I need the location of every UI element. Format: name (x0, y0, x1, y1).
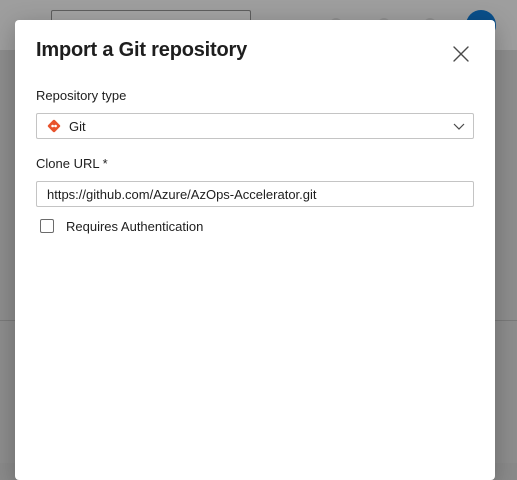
repository-type-value: Git (69, 119, 86, 134)
clone-url-input[interactable] (36, 181, 474, 207)
import-repository-dialog: Import a Git repository Repository type … (15, 20, 495, 480)
chevron-down-icon (453, 123, 465, 130)
requires-authentication-checkbox-row[interactable]: Requires Authentication (40, 218, 203, 234)
repository-type-label: Repository type (36, 88, 127, 103)
dialog-title: Import a Git repository (36, 39, 247, 61)
clone-url-label: Clone URL * (36, 156, 108, 171)
git-icon (47, 119, 61, 133)
close-icon (453, 46, 469, 62)
required-marker: * (102, 156, 108, 171)
clone-url-label-text: Clone URL (36, 156, 100, 171)
requires-authentication-label: Requires Authentication (66, 218, 204, 234)
requires-authentication-checkbox[interactable] (40, 219, 54, 233)
repository-type-select[interactable]: Git (36, 113, 474, 139)
close-button[interactable] (451, 44, 471, 64)
